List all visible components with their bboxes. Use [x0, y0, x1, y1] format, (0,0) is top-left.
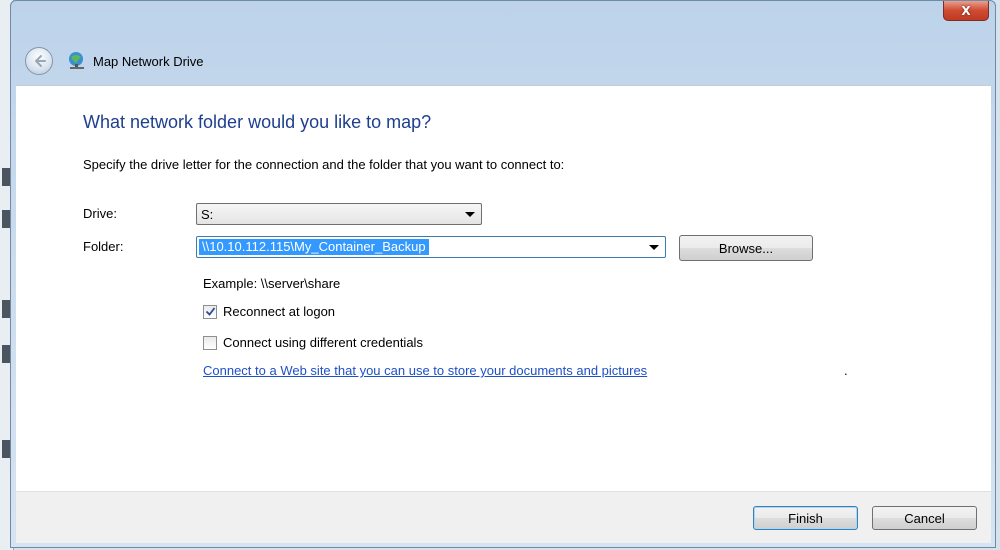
background-window-mark [2, 210, 10, 228]
close-icon: X [961, 3, 971, 18]
example-text: Example: \\server\share [203, 276, 341, 291]
checkmark-icon [205, 307, 215, 316]
wizard-header: Map Network Drive [11, 37, 995, 85]
background-window-mark [2, 300, 10, 318]
drive-select[interactable]: S: [196, 203, 482, 225]
map-network-drive-window: X Map Network Drive What network folder … [10, 0, 996, 548]
folder-input[interactable]: \\10.10.112.115\My_Container_Backup [196, 236, 666, 258]
background-window-mark [2, 440, 10, 458]
credentials-checkbox[interactable] [203, 335, 217, 350]
reconnect-option[interactable]: Reconnect at logon [203, 304, 335, 319]
chevron-down-icon[interactable] [649, 245, 659, 250]
drive-label: Drive: [83, 206, 117, 221]
dialog-footer: Finish Cancel [16, 491, 991, 543]
content-area: What network folder would you like to ma… [16, 85, 991, 491]
cancel-button[interactable]: Cancel [872, 506, 977, 530]
back-arrow-icon [35, 55, 46, 67]
reconnect-checkbox[interactable] [203, 304, 217, 319]
back-button[interactable] [25, 47, 53, 75]
web-site-link[interactable]: Connect to a Web site that you can use t… [203, 363, 647, 378]
background-window-mark [2, 168, 10, 186]
page-heading: What network folder would you like to ma… [83, 112, 432, 132]
folder-input-value: \\10.10.112.115\My_Container_Backup [199, 239, 429, 255]
window-title: Map Network Drive [93, 53, 204, 69]
drive-select-value: S: [201, 207, 214, 222]
folder-label: Folder: [83, 239, 124, 254]
title-bar[interactable]: X [11, 1, 995, 27]
link-period: . [844, 363, 848, 378]
reconnect-label: Reconnect at logon [223, 304, 336, 319]
browse-button[interactable]: Browse... [679, 235, 813, 261]
chevron-down-icon [465, 212, 475, 217]
close-button[interactable]: X [943, 1, 989, 21]
credentials-option[interactable]: Connect using different credentials [203, 335, 423, 350]
network-drive-icon [69, 52, 84, 69]
background-window-mark [2, 345, 10, 363]
credentials-label: Connect using different credentials [223, 335, 423, 350]
finish-button[interactable]: Finish [753, 506, 858, 530]
instruction-text: Specify the drive letter for the connect… [83, 157, 565, 172]
